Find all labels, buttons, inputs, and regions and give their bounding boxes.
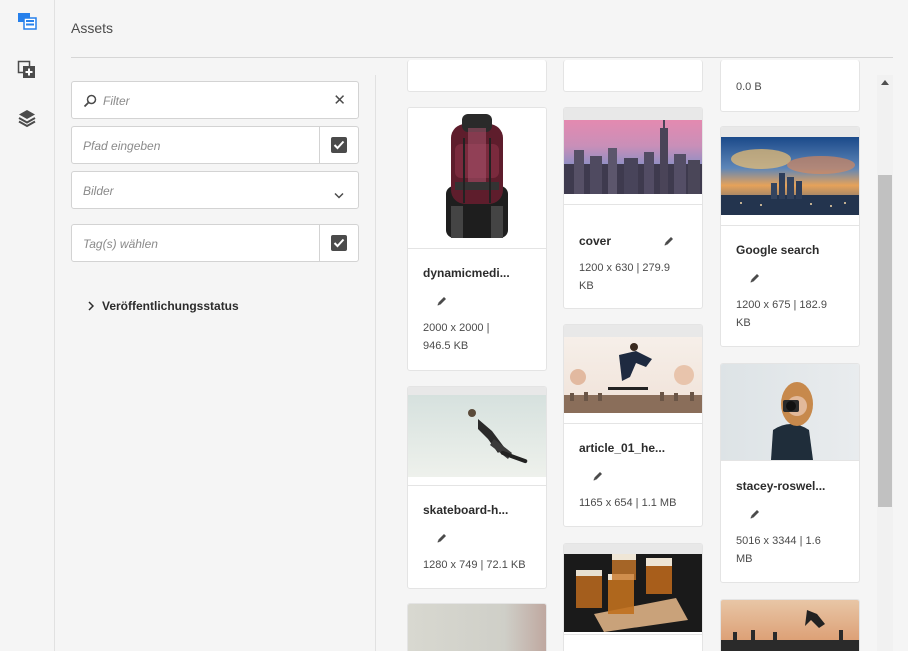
asset-name: cover xyxy=(579,234,612,248)
path-input[interactable]: Pfad eingeben xyxy=(71,126,359,164)
field-separator xyxy=(319,127,320,163)
asset-meta: 0.0 B xyxy=(736,81,762,93)
publication-status-toggle[interactable]: Veröffentlichungsstatus xyxy=(88,299,239,313)
pencil-icon[interactable] xyxy=(663,234,677,248)
publication-status-label: Veröffentlichungsstatus xyxy=(102,299,239,313)
right-edge xyxy=(908,0,918,651)
asset-meta: 1280 x 749 | 72.1 KB xyxy=(423,559,526,571)
asset-meta: 1200 x 675 | 182.9 xyxy=(736,299,827,311)
pencil-icon[interactable] xyxy=(436,294,450,308)
asset-thumbnail xyxy=(564,337,702,413)
scrollbar-thumb[interactable] xyxy=(878,175,892,507)
asset-thumbnail xyxy=(721,137,859,215)
asset-card[interactable]: Google search 1200 x 675 | 182.9 KB xyxy=(720,126,860,347)
chevron-right-icon xyxy=(88,301,94,311)
assets-icon[interactable] xyxy=(17,11,37,31)
tags-checkbox-icon[interactable] xyxy=(331,235,347,251)
search-icon xyxy=(82,93,98,109)
asset-card[interactable]: article_01_he... 1165 x 654 | 1.1 MB xyxy=(563,324,703,527)
type-select-value: Bilder xyxy=(83,184,114,198)
asset-card[interactable] xyxy=(563,543,703,651)
chevron-down-icon xyxy=(334,186,344,204)
asset-card[interactable] xyxy=(563,60,703,92)
asset-thumbnail xyxy=(408,395,546,477)
field-separator xyxy=(319,225,320,261)
pencil-icon[interactable] xyxy=(592,469,606,483)
asset-card[interactable]: 0.0 B xyxy=(720,60,860,112)
asset-card[interactable] xyxy=(407,60,547,92)
asset-card[interactable] xyxy=(407,603,547,651)
asset-thumbnail xyxy=(721,364,859,460)
filter-placeholder: Filter xyxy=(103,94,130,108)
asset-card[interactable]: cover 1200 x 630 | 279.9 KB xyxy=(563,107,703,309)
layers-icon[interactable] xyxy=(17,108,37,128)
asset-thumbnail xyxy=(408,604,546,651)
asset-thumbnail xyxy=(408,108,546,248)
column-divider xyxy=(375,75,376,651)
asset-meta: 2000 x 2000 | xyxy=(423,322,490,334)
path-placeholder: Pfad eingeben xyxy=(83,139,161,153)
asset-thumbnail xyxy=(721,600,859,651)
pencil-icon[interactable] xyxy=(749,271,763,285)
asset-name: skateboard-h... xyxy=(423,503,509,517)
asset-name: dynamicmedi... xyxy=(423,266,510,280)
asset-name: Google search xyxy=(736,243,820,257)
type-select[interactable]: Bilder xyxy=(71,171,359,209)
asset-card[interactable] xyxy=(720,599,860,651)
filter-input[interactable]: Filter ✕ xyxy=(71,81,359,119)
asset-meta: KB xyxy=(579,280,594,292)
asset-name: stacey-roswel... xyxy=(736,479,826,493)
scroll-up-arrow-icon[interactable] xyxy=(881,80,889,85)
clear-icon[interactable]: ✕ xyxy=(333,93,346,109)
asset-card[interactable]: skateboard-h... 1280 x 749 | 72.1 KB xyxy=(407,386,547,589)
asset-thumbnail xyxy=(564,554,702,632)
panel-title: Assets xyxy=(71,20,114,36)
asset-meta: 946.5 KB xyxy=(423,340,469,352)
pencil-icon[interactable] xyxy=(436,531,450,545)
pencil-icon[interactable] xyxy=(749,507,763,521)
components-icon[interactable] xyxy=(17,60,37,80)
asset-card[interactable]: stacey-roswel... 5016 x 3344 | 1.6 MB xyxy=(720,363,860,583)
asset-meta: 1200 x 630 | 279.9 xyxy=(579,262,670,274)
asset-meta: 1165 x 654 | 1.1 MB xyxy=(579,497,677,509)
asset-meta: KB xyxy=(736,317,751,329)
tags-placeholder: Tag(s) wählen xyxy=(83,237,158,251)
asset-meta: MB xyxy=(736,553,753,565)
asset-thumbnail xyxy=(564,120,702,194)
path-checkbox-icon[interactable] xyxy=(331,137,347,153)
header-divider xyxy=(71,57,893,58)
left-rail xyxy=(0,0,55,651)
tags-input[interactable]: Tag(s) wählen xyxy=(71,224,359,262)
asset-name: article_01_he... xyxy=(579,441,666,455)
asset-card[interactable]: dynamicmedi... 2000 x 2000 | 946.5 KB xyxy=(407,107,547,371)
asset-meta: 5016 x 3344 | 1.6 xyxy=(736,535,821,547)
